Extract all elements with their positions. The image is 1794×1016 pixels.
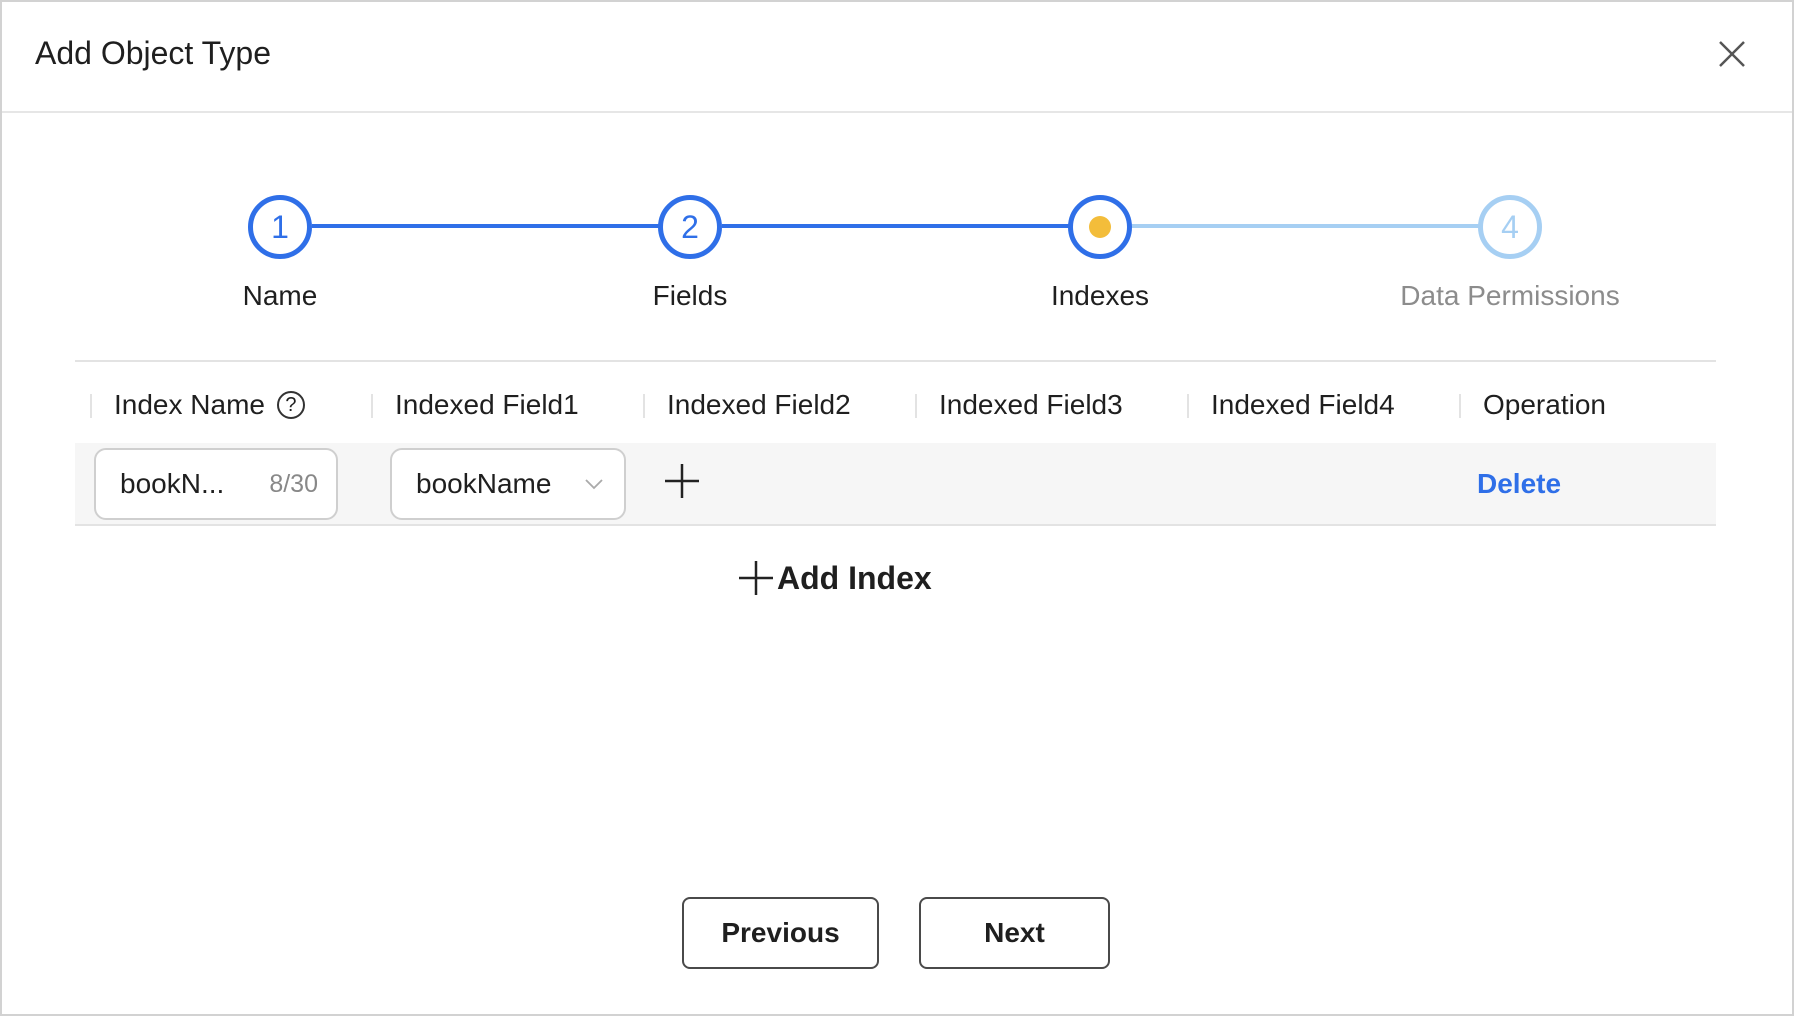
column-separator — [1187, 394, 1189, 418]
index-name-input[interactable]: bookN... 8/30 — [94, 448, 338, 520]
column-header-indexed-field4: Indexed Field4 — [1211, 389, 1395, 420]
help-icon[interactable]: ? — [276, 391, 305, 419]
close-icon[interactable] — [1712, 34, 1752, 74]
column-separator — [643, 394, 645, 418]
step-3-circle — [1068, 195, 1132, 259]
column-header-operation: Operation — [1483, 389, 1606, 420]
step-2-label: Fields — [652, 280, 728, 311]
add-object-type-dialog: Add Object Type 1 2 4 Name Fields Indexe… — [0, 0, 1794, 1016]
previous-button[interactable]: Previous — [682, 897, 879, 969]
add-index-label: Add Index — [777, 559, 932, 596]
step-4-circle: 4 — [1478, 195, 1542, 259]
column-separator — [1459, 394, 1461, 418]
next-button[interactable]: Next — [919, 897, 1110, 969]
step-2-circle: 2 — [658, 195, 722, 259]
delete-index-link[interactable]: Delete — [1477, 464, 1561, 504]
step-1-number: 1 — [271, 208, 289, 245]
indexed-field1-value: bookName — [416, 468, 552, 499]
step-1-label: Name — [242, 280, 318, 311]
chevron-down-icon — [585, 479, 603, 490]
index-name-value: bookN... — [120, 468, 225, 499]
column-header-indexed-field3: Indexed Field3 — [939, 389, 1123, 420]
step-4-number: 4 — [1501, 208, 1519, 245]
column-header-indexed-field2: Indexed Field2 — [667, 389, 851, 420]
dialog-header: Add Object Type — [2, 2, 1792, 113]
step-2-number: 2 — [681, 208, 699, 245]
step-1-circle: 1 — [248, 195, 312, 259]
step-connector — [722, 224, 1072, 228]
table-top-border — [75, 360, 1716, 362]
add-field-plus-icon[interactable] — [661, 460, 703, 502]
character-count: 8/30 — [269, 469, 318, 498]
table-row-divider — [75, 524, 1716, 526]
column-separator — [90, 394, 92, 418]
column-separator — [371, 394, 373, 418]
step-connector — [1132, 224, 1482, 228]
step-4-label: Data Permissions — [1400, 280, 1620, 311]
column-header-label: Index Name — [114, 389, 265, 420]
current-step-dot — [1089, 216, 1111, 238]
add-index-button[interactable]: Add Index — [737, 554, 932, 602]
column-header-indexed-field1: Indexed Field1 — [395, 389, 579, 420]
step-connector — [312, 224, 662, 228]
indexed-field1-select[interactable]: bookName — [390, 448, 626, 520]
step-3-label: Indexes — [1050, 280, 1150, 311]
column-header-index-name: Index Name ? — [114, 385, 305, 425]
dialog-title: Add Object Type — [35, 35, 271, 71]
plus-icon — [739, 561, 773, 595]
column-separator — [915, 394, 917, 418]
